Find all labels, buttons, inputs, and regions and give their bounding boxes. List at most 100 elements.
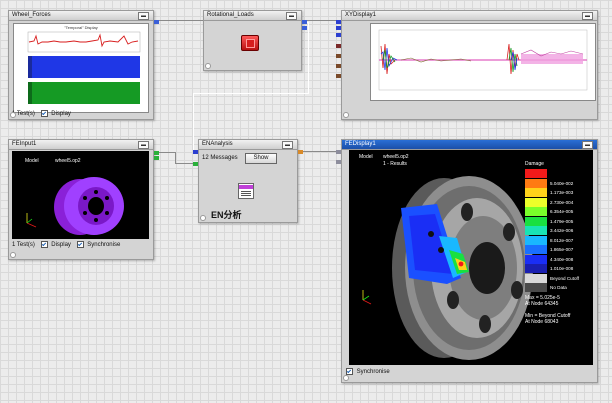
display-checkbox[interactable]: [40, 241, 48, 248]
input-port-6[interactable]: [336, 64, 341, 68]
xy-display-titlebar[interactable]: XYDisplay1 ▬: [342, 11, 597, 21]
legend-label: 1.173e-003: [550, 190, 574, 195]
legend-label: 1.479e-005: [550, 218, 574, 224]
fe-input-title: FEInput1: [12, 141, 37, 147]
output-port[interactable]: [302, 20, 307, 24]
legend-swatch: [525, 235, 547, 245]
fe-display-title: FEDisplay1: [345, 141, 376, 147]
resize-handle[interactable]: [10, 112, 16, 118]
en-analysis-title: ENAnalysis: [202, 141, 233, 147]
legend-swatch: [525, 188, 547, 197]
fe-input-viewport: Model wheel5.op2: [12, 151, 149, 239]
force-traces-chart: [27, 31, 141, 104]
legend-swatch: [525, 226, 547, 235]
en-analysis-icon-lines: [241, 191, 251, 192]
legend-swatch: [525, 254, 547, 264]
legend-row: 8.012e-007: [525, 235, 573, 245]
output-port[interactable]: [298, 150, 303, 154]
resize-handle[interactable]: [343, 375, 349, 381]
legend-row: 1.865e-007: [525, 245, 573, 254]
legend-swatch: [525, 273, 547, 283]
en-analysis-messages: 12 Messages: [202, 155, 238, 161]
legend-row: 1.010e-008: [525, 264, 573, 273]
en-analysis-titlebar[interactable]: ENAnalysis ▬: [199, 140, 297, 150]
min-node: At Node 68043: [525, 319, 559, 325]
input-port-7[interactable]: [336, 74, 341, 78]
input-port-3[interactable]: [336, 33, 341, 37]
input-port-1[interactable]: [336, 150, 341, 154]
fe-input-tests: 1 Test(s): [12, 242, 35, 249]
fe-input-node[interactable]: FEInput1 ▬ Model wheel5.op2 1 Test(s) Di…: [8, 139, 159, 260]
minimize-icon[interactable]: ▬: [138, 12, 149, 20]
legend-label: 5.040e-002: [550, 180, 574, 186]
en-analysis-caption: EN分析: [211, 210, 242, 220]
display-label: Display: [51, 111, 71, 118]
output-port-2[interactable]: [154, 156, 159, 160]
legend-row: 4.340e-008: [525, 254, 574, 264]
input-port-fe[interactable]: [193, 162, 198, 166]
wheel-forces-title: Wheel_Forces: [12, 12, 51, 18]
rotational-loads-title: Rotational_Loads: [207, 12, 254, 18]
en-analysis-icon-band: [239, 185, 253, 189]
rotational-loads-node[interactable]: Rotational_Loads ▬: [203, 10, 307, 71]
input-port-2[interactable]: [336, 160, 341, 164]
legend-row: 5.040e-002: [525, 178, 574, 188]
synchronise-label: Synchronise: [356, 369, 390, 376]
legend-swatch: [525, 283, 547, 292]
legend-label: 1.865e-007: [550, 247, 574, 252]
fe-display-node[interactable]: FEDisplay1 ▬ Model wheel5.op2 1 - Result…: [336, 139, 598, 383]
output-port-2[interactable]: [302, 26, 307, 30]
resize-handle[interactable]: [200, 215, 206, 221]
fe-display-titlebar[interactable]: FEDisplay1 ▬: [342, 140, 597, 150]
input-port-5[interactable]: [336, 54, 341, 58]
legend-row: 3.442e-006: [525, 226, 573, 235]
legend-row: 1.173e-003: [525, 188, 573, 197]
xy-display-node[interactable]: XYDisplay1 ▬: [336, 10, 598, 120]
legend-row: 1.479e-005: [525, 216, 574, 226]
rotational-loads-titlebar[interactable]: Rotational_Loads ▬: [204, 11, 301, 21]
wheel-forces-plot: "Temporal" Display: [13, 23, 149, 113]
max-node: At Node 64345: [525, 301, 559, 307]
input-port-1[interactable]: [336, 20, 341, 24]
xy-display-plot: [370, 23, 596, 101]
damage-legend: 5.040e-002 1.173e-003 2.730e-004 6.354e-005…: [525, 169, 591, 309]
damage-legend-title: Damage: [525, 161, 544, 167]
wheel-forces-node[interactable]: Wheel_Forces ▬ "Temporal" Display 1 Test…: [8, 10, 159, 120]
synchronise-checkbox[interactable]: [76, 241, 84, 248]
wire-rotational-xydisplay: [301, 20, 341, 21]
resize-handle[interactable]: [343, 112, 349, 118]
synchronise-label: Synchronise: [87, 242, 121, 249]
wire-rotational-en-v: [308, 22, 309, 94]
legend-swatch: [525, 216, 547, 226]
en-analysis-node[interactable]: ENAnalysis ▬ 12 Messages Show EN分析: [193, 139, 303, 223]
legend-swatch: [525, 169, 547, 178]
synchronise-checkbox[interactable]: [346, 368, 353, 375]
legend-swatch: [525, 245, 547, 254]
legend-row: No Data: [525, 283, 567, 292]
wire-rotational-en-h: [193, 93, 309, 94]
resize-handle[interactable]: [10, 252, 16, 258]
input-port-4[interactable]: [336, 44, 341, 48]
output-port[interactable]: [154, 20, 159, 24]
fe-input-titlebar[interactable]: FEInput1 ▬: [9, 140, 153, 150]
fe-display-viewport: Model wheel5.op2 1 - Results Damage 5.04…: [349, 150, 593, 365]
fe-input-footer: 1 Test(s) Display Synchronise: [12, 241, 120, 248]
show-messages-button[interactable]: Show: [245, 153, 277, 164]
minimize-icon[interactable]: ▬: [282, 141, 293, 149]
minimize-icon[interactable]: ▬: [582, 12, 593, 20]
wheel-forces-titlebar[interactable]: Wheel_Forces ▬: [9, 11, 153, 21]
minimize-icon[interactable]: ▬: [582, 141, 593, 149]
minimize-icon[interactable]: ▬: [286, 12, 297, 20]
legend-label: 4.340e-008: [550, 256, 574, 262]
load-generator-icon[interactable]: [241, 35, 259, 51]
input-port-load[interactable]: [193, 150, 198, 154]
input-port-2[interactable]: [336, 26, 341, 30]
minimize-icon[interactable]: ▬: [138, 141, 149, 149]
resize-handle[interactable]: [205, 63, 211, 69]
output-port-1[interactable]: [154, 151, 159, 155]
legend-label: 2.730e-004: [550, 199, 574, 205]
legend-swatch: [525, 197, 547, 207]
display-checkbox[interactable]: [40, 110, 48, 117]
en-analysis-icon[interactable]: [238, 183, 254, 199]
legend-label: 1.010e-008: [550, 266, 574, 271]
